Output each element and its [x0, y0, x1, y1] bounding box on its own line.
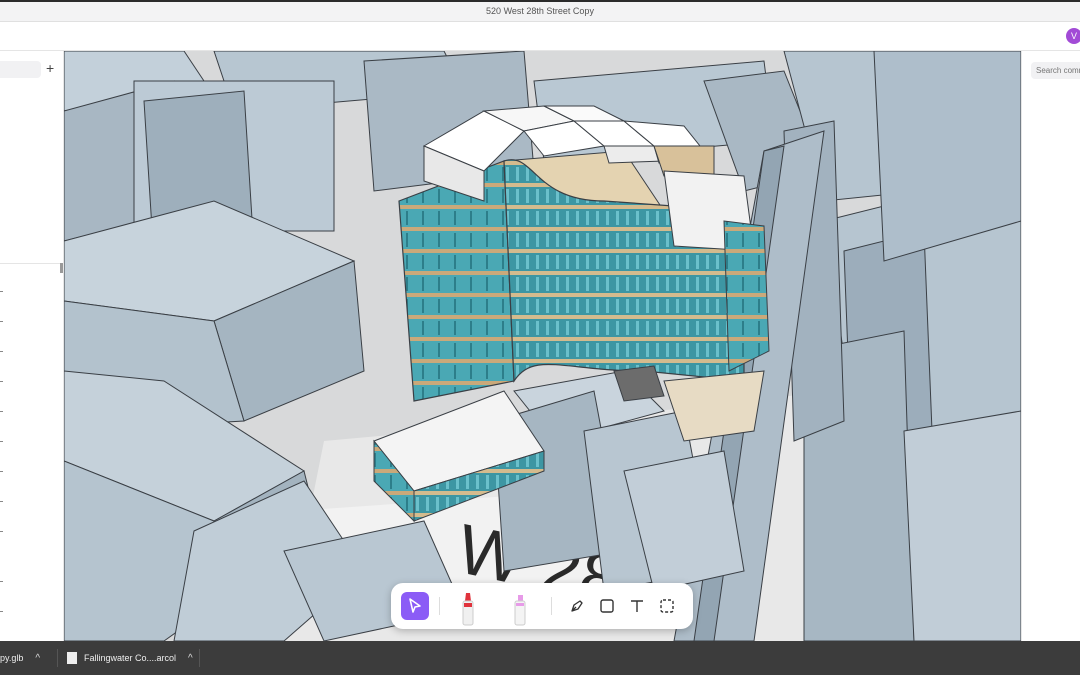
list-item[interactable] [0, 531, 3, 532]
text-tool-button[interactable] [623, 592, 651, 620]
layers-search-input[interactable] [0, 61, 41, 78]
list-item[interactable] [0, 581, 3, 582]
pink-highlighter-icon [514, 595, 526, 626]
layers-panel: + [0, 51, 64, 641]
pen-tool-button[interactable] [563, 592, 591, 620]
window-titlebar: 520 West 28th Street Copy [0, 0, 1080, 22]
download-item[interactable]: Fallingwater Co....arcol ^ [67, 641, 193, 675]
comments-panel [1021, 51, 1080, 641]
model-viewport[interactable]: W 28 [64, 51, 1021, 641]
comments-search-input[interactable] [1031, 62, 1080, 79]
panel-scrollbar[interactable] [60, 263, 63, 273]
pen-nib-icon [571, 600, 583, 612]
text-T-icon [631, 600, 643, 612]
window-title: 520 West 28th Street Copy [486, 6, 594, 16]
download-filename: py.glb [0, 653, 24, 663]
download-item[interactable]: py.glb ^ [0, 641, 40, 675]
chevron-up-icon[interactable]: ^ [188, 653, 193, 664]
drawing-toolbar [391, 583, 693, 629]
red-marker-icon [462, 593, 474, 626]
file-icon [67, 652, 77, 664]
toolbar-separator [439, 597, 440, 615]
list-item[interactable] [0, 411, 3, 412]
marker-tool-button[interactable] [451, 589, 485, 627]
download-filename: Fallingwater Co....arcol [84, 653, 177, 663]
area-select-tool-button[interactable] [653, 592, 681, 620]
list-item[interactable] [0, 321, 3, 322]
app-toolbar: V [0, 22, 1080, 51]
square-icon [600, 599, 614, 613]
toolbar-separator [551, 597, 552, 615]
dashed-square-icon [660, 599, 674, 613]
add-layer-button[interactable]: + [46, 60, 54, 76]
download-separator [199, 649, 200, 667]
list-item[interactable] [0, 471, 3, 472]
list-item[interactable] [0, 351, 3, 352]
downloads-bar: py.glb ^ Fallingwater Co....arcol ^ [0, 641, 1080, 675]
chevron-up-icon[interactable]: ^ [35, 653, 40, 664]
rectangle-tool-button[interactable] [593, 592, 621, 620]
cursor-arrow-icon [409, 598, 421, 613]
select-tool-button[interactable] [401, 592, 429, 620]
list-item[interactable] [0, 291, 3, 292]
list-item[interactable] [0, 381, 3, 382]
highlighter-tool-button[interactable] [503, 589, 537, 627]
user-avatar[interactable]: V [1066, 28, 1080, 44]
3d-scene: W 28 [64, 51, 1021, 641]
download-separator [57, 649, 58, 667]
list-item[interactable] [0, 501, 3, 502]
list-item[interactable] [0, 441, 3, 442]
panel-divider [0, 263, 63, 264]
list-item[interactable] [0, 611, 3, 612]
